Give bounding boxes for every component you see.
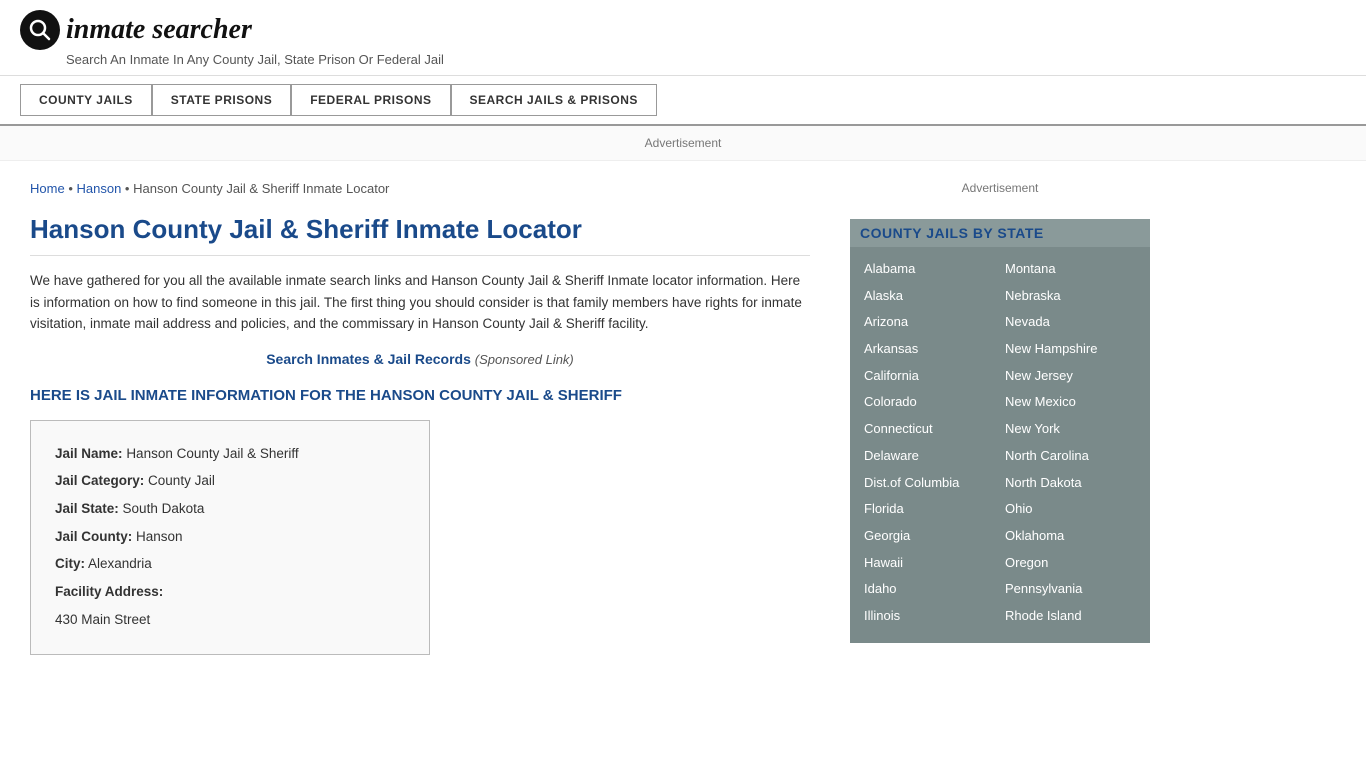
state-link[interactable]: Colorado	[864, 390, 995, 415]
state-link[interactable]: Nebraska	[1005, 284, 1136, 309]
state-link[interactable]: Montana	[1005, 257, 1136, 282]
sidebar-advertisement: Advertisement	[850, 171, 1150, 205]
state-link[interactable]: Oklahoma	[1005, 524, 1136, 549]
breadcrumb-home[interactable]: Home	[30, 181, 65, 196]
jail-state-row: Jail State: South Dakota	[55, 496, 405, 522]
jail-state-label: Jail State:	[55, 501, 119, 516]
tagline: Search An Inmate In Any County Jail, Sta…	[66, 52, 1346, 67]
state-link[interactable]: North Carolina	[1005, 444, 1136, 469]
jail-category-label: Jail Category:	[55, 473, 144, 488]
breadcrumb-sep2: •	[125, 181, 133, 196]
sidebar: Advertisement COUNTY JAILS BY STATE Alab…	[840, 161, 1160, 675]
jail-county-label: Jail County:	[55, 529, 132, 544]
nav-search-jails[interactable]: SEARCH JAILS & PRISONS	[451, 84, 657, 116]
jail-county-row: Jail County: Hanson	[55, 524, 405, 550]
state-link[interactable]: Ohio	[1005, 497, 1136, 522]
facility-address-label: Facility Address:	[55, 584, 163, 599]
state-link[interactable]: Arkansas	[864, 337, 995, 362]
city-label: City:	[55, 556, 85, 571]
city-row: City: Alexandria	[55, 551, 405, 577]
state-link[interactable]: Nevada	[1005, 310, 1136, 335]
navigation: COUNTY JAILS STATE PRISONS FEDERAL PRISO…	[0, 76, 1366, 126]
state-box-title: COUNTY JAILS BY STATE	[850, 219, 1150, 247]
main-content: Home • Hanson • Hanson County Jail & She…	[0, 161, 840, 675]
state-link[interactable]: Idaho	[864, 577, 995, 602]
state-link[interactable]: New Mexico	[1005, 390, 1136, 415]
sponsored-label: (Sponsored Link)	[475, 352, 574, 367]
facility-address-row: Facility Address:	[55, 579, 405, 605]
state-link[interactable]: Alabama	[864, 257, 995, 282]
page-title: Hanson County Jail & Sheriff Inmate Loca…	[30, 214, 810, 256]
logo-area: inmate searcher	[20, 10, 1346, 50]
advertisement-bar: Advertisement	[0, 126, 1366, 161]
state-link[interactable]: Connecticut	[864, 417, 995, 442]
city-value: Alexandria	[88, 556, 152, 571]
search-inmates-link[interactable]: Search Inmates & Jail Records	[266, 351, 475, 367]
jail-name-row: Jail Name: Hanson County Jail & Sheriff	[55, 441, 405, 467]
state-link[interactable]: Illinois	[864, 604, 995, 629]
state-link[interactable]: North Dakota	[1005, 471, 1136, 496]
state-link[interactable]: Oregon	[1005, 551, 1136, 576]
state-link[interactable]: New York	[1005, 417, 1136, 442]
nav-state-prisons[interactable]: STATE PRISONS	[152, 84, 291, 116]
breadcrumb: Home • Hanson • Hanson County Jail & She…	[30, 181, 810, 196]
jail-state-value: South Dakota	[123, 501, 205, 516]
section-heading: HERE IS JAIL INMATE INFORMATION FOR THE …	[30, 387, 810, 404]
state-link[interactable]: Alaska	[864, 284, 995, 309]
state-link[interactable]: Rhode Island	[1005, 604, 1136, 629]
jail-county-value: Hanson	[136, 529, 183, 544]
state-link[interactable]: Georgia	[864, 524, 995, 549]
intro-text: We have gathered for you all the availab…	[30, 270, 810, 335]
jail-category-row: Jail Category: County Jail	[55, 468, 405, 494]
breadcrumb-current: Hanson County Jail & Sheriff Inmate Loca…	[133, 181, 389, 196]
states-grid: Alabama Montana Alaska Nebraska Arizona Nevad…	[864, 257, 1136, 629]
nav-county-jails[interactable]: COUNTY JAILS	[20, 84, 152, 116]
state-link[interactable]: Hawaii	[864, 551, 995, 576]
header: inmate searcher Search An Inmate In Any …	[0, 0, 1366, 76]
jail-category-value: County Jail	[148, 473, 215, 488]
facility-address-value-row: 430 Main Street	[55, 607, 405, 633]
jail-name-label: Jail Name:	[55, 446, 123, 461]
county-jails-by-state-box: COUNTY JAILS BY STATE Alabama Montana Alas…	[850, 219, 1150, 643]
state-link[interactable]: Arizona	[864, 310, 995, 335]
state-link[interactable]: Delaware	[864, 444, 995, 469]
state-link[interactable]: California	[864, 364, 995, 389]
state-link[interactable]: New Hampshire	[1005, 337, 1136, 362]
state-link[interactable]: Florida	[864, 497, 995, 522]
breadcrumb-parent[interactable]: Hanson	[76, 181, 121, 196]
main-layout: Home • Hanson • Hanson County Jail & She…	[0, 161, 1366, 675]
state-link[interactable]: Dist.of Columbia	[864, 471, 995, 496]
facility-address-value: 430 Main Street	[55, 612, 150, 627]
info-box: Jail Name: Hanson County Jail & Sheriff …	[30, 420, 430, 655]
search-link-area: Search Inmates & Jail Records (Sponsored…	[30, 351, 810, 367]
state-link[interactable]: Pennsylvania	[1005, 577, 1136, 602]
logo-text: inmate searcher	[66, 14, 252, 46]
logo-icon	[20, 10, 60, 50]
state-link[interactable]: New Jersey	[1005, 364, 1136, 389]
jail-name-value: Hanson County Jail & Sheriff	[126, 446, 298, 461]
nav-federal-prisons[interactable]: FEDERAL PRISONS	[291, 84, 450, 116]
